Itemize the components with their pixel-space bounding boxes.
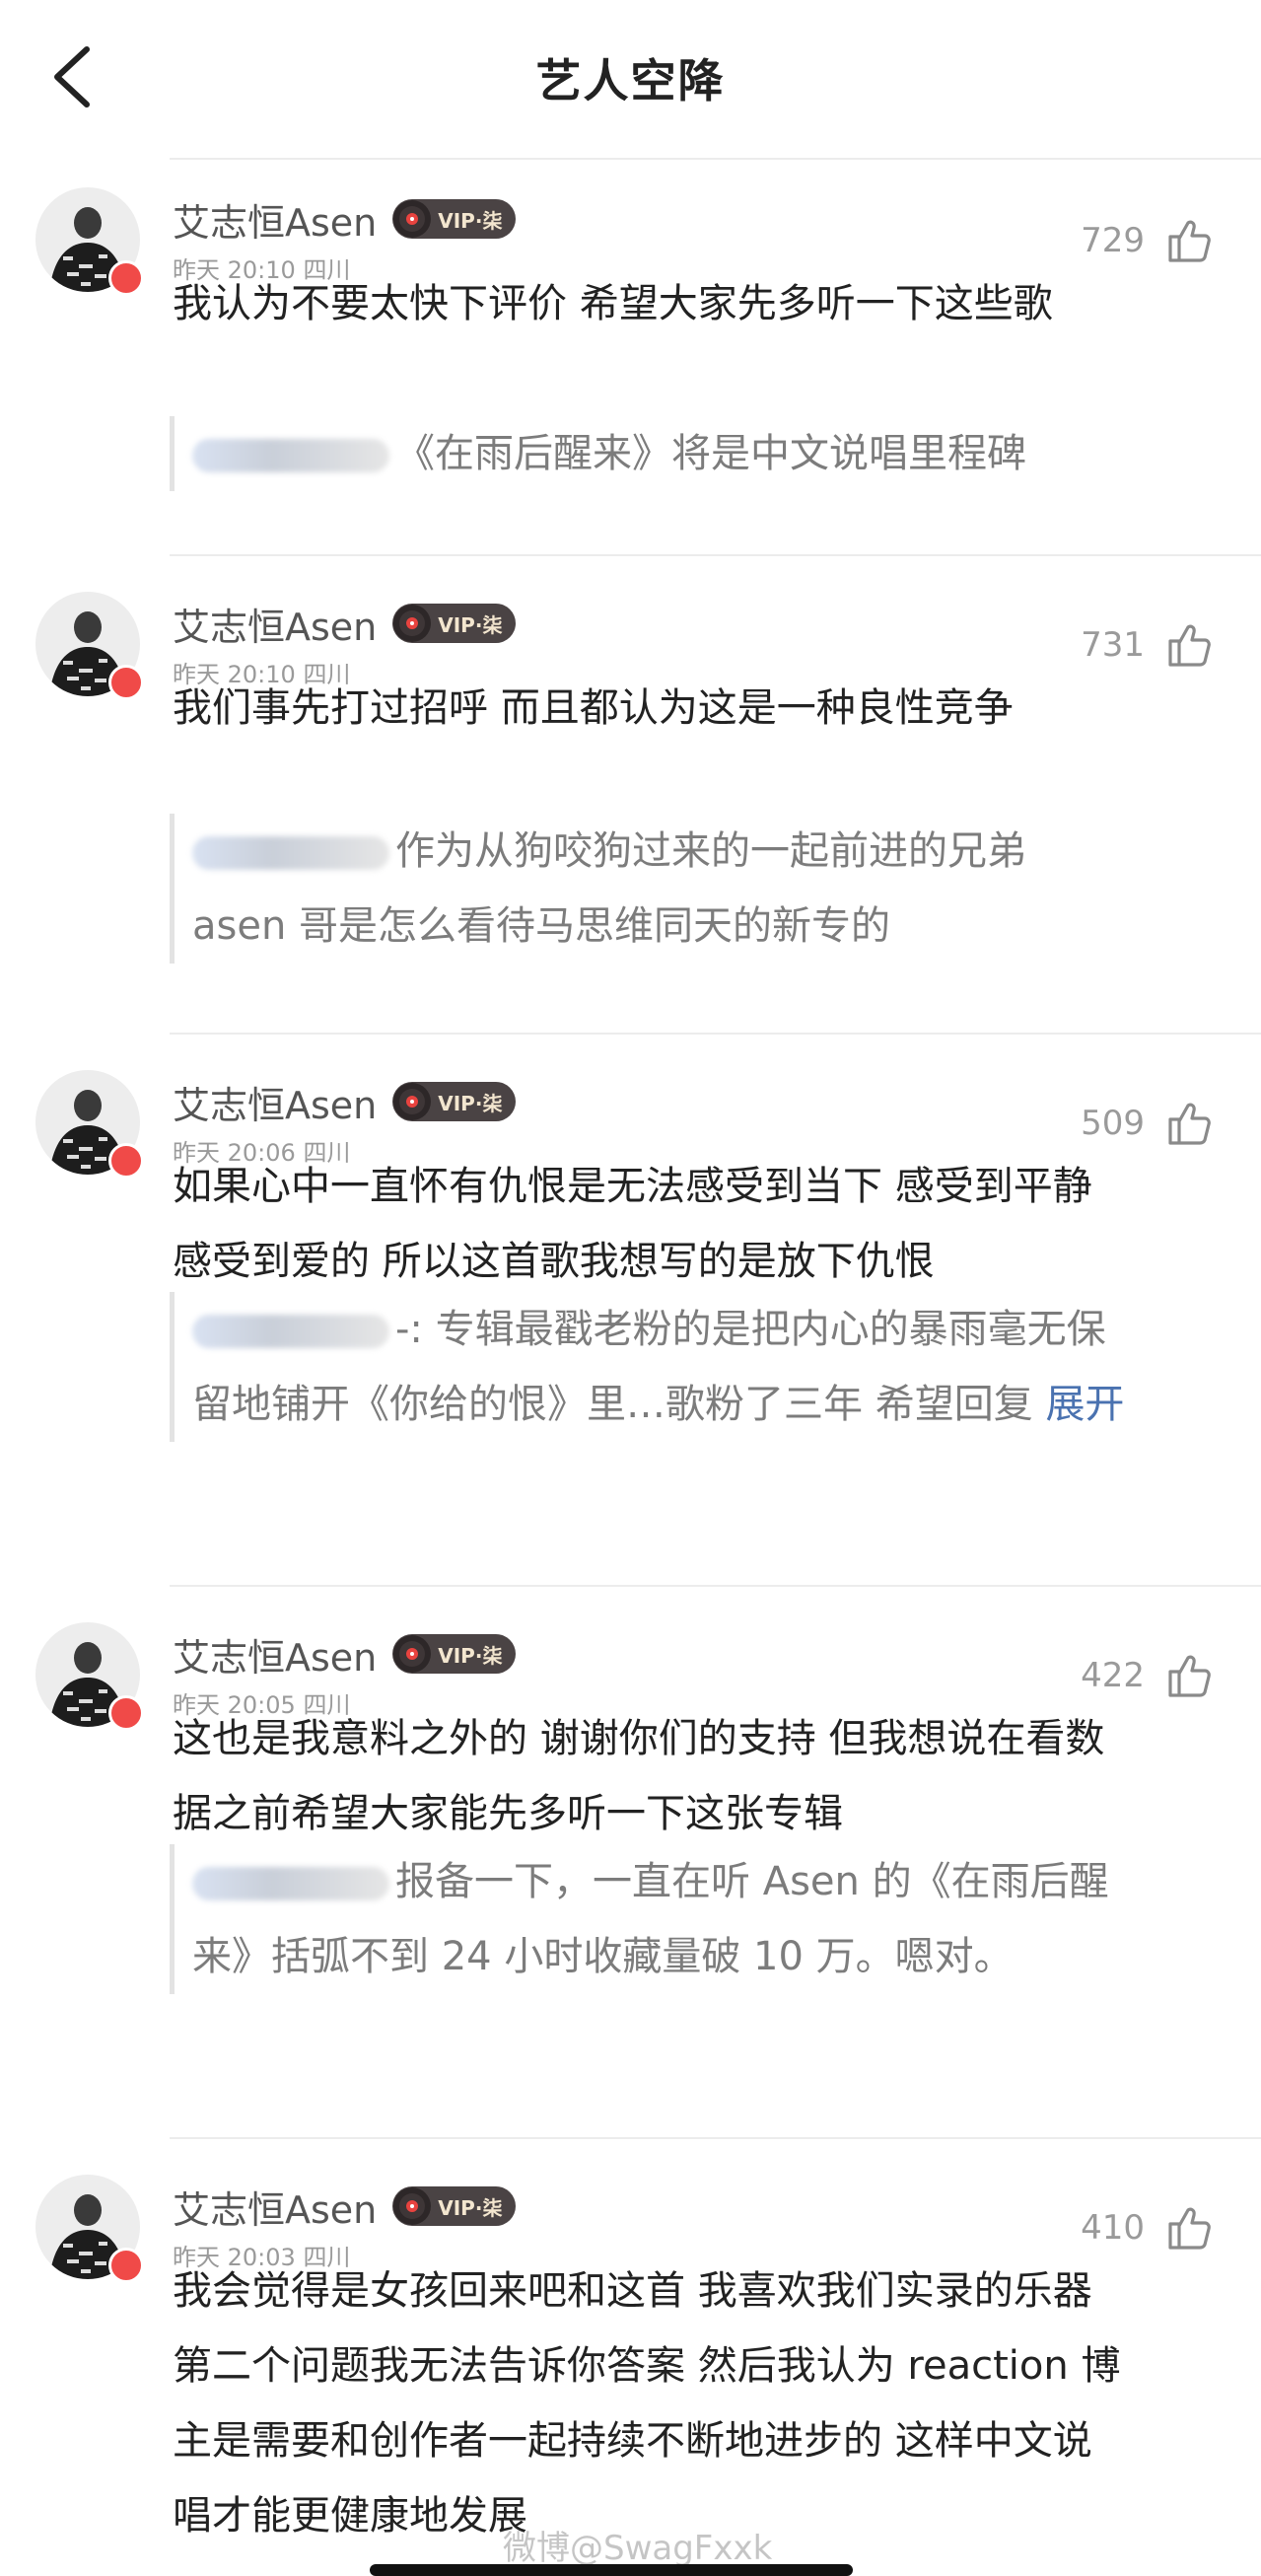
author-row: 艾志恒Asen VIP·柒 — [173, 1630, 517, 1680]
like-count: 410 — [1081, 2208, 1145, 2248]
blurred-username — [192, 836, 389, 870]
quoted-reply-text: -: 专辑最戳老粉的是把内心的暴雨毫无保 — [395, 1307, 1106, 1352]
author-name[interactable]: 艾志恒Asen — [173, 597, 377, 651]
author-name[interactable]: 艾志恒Asen — [173, 1627, 377, 1682]
vip-badge: VIP·柒 — [392, 1082, 517, 1121]
quoted-reply-line: 报备一下，一直在听 Asen 的《在雨后醒 — [192, 1844, 1257, 1919]
music-badge-icon — [108, 260, 144, 296]
comment-text-line: 主是需要和创作者一起持续不断地进步的 这样中文说 — [173, 2418, 1092, 2464]
music-badge-icon — [108, 665, 144, 700]
like-control[interactable]: 731 — [1081, 617, 1214, 673]
author-row: 艾志恒Asen VIP·柒 — [173, 2182, 517, 2232]
avatar[interactable] — [35, 187, 144, 296]
thumbs-up-icon[interactable] — [1162, 619, 1214, 671]
vinyl-icon — [392, 199, 432, 239]
thumbs-up-icon[interactable] — [1162, 1650, 1214, 1701]
vip-badge: VIP·柒 — [392, 1634, 517, 1674]
vip-label: VIP·柒 — [438, 208, 503, 233]
divider — [170, 1585, 1261, 1587]
divider — [170, 2137, 1261, 2139]
avatar[interactable] — [35, 1070, 144, 1179]
author-name[interactable]: 艾志恒Asen — [173, 2180, 377, 2234]
quoted-reply[interactable]: 《在雨后醒来》将是中文说唱里程碑 — [170, 416, 1257, 491]
expand-link[interactable]: 展开 — [1045, 1382, 1124, 1427]
divider — [170, 158, 1261, 160]
quoted-reply-text: asen 哥是怎么看待马思维同天的新专的 — [192, 903, 891, 949]
comment-text: 我们事先打过招呼 而且都认为这是一种良性竞争 — [173, 671, 1218, 746]
author-name[interactable]: 艾志恒Asen — [173, 1075, 377, 1129]
comment-text-line: 我们事先打过招呼 而且都认为这是一种良性竞争 — [173, 685, 1014, 731]
author-row: 艾志恒Asen VIP·柒 — [173, 600, 517, 649]
vip-badge: VIP·柒 — [392, 2186, 517, 2226]
comment-text: 我认为不要太快下评价 希望大家先多听一下这些歌 — [173, 266, 1218, 341]
quoted-reply-text: 《在雨后醒来》将是中文说唱里程碑 — [395, 431, 1026, 476]
blurred-username — [192, 1867, 389, 1900]
vip-label: VIP·柒 — [438, 612, 503, 637]
thumbs-up-icon[interactable] — [1162, 215, 1214, 266]
like-control[interactable]: 410 — [1081, 2200, 1214, 2255]
page-title: 艺人空降 — [535, 54, 726, 107]
thumbs-up-icon[interactable] — [1162, 1098, 1214, 1149]
divider — [170, 1033, 1261, 1035]
like-count: 509 — [1081, 1104, 1145, 1143]
comment-text-line: 第二个问题我无法告诉你答案 然后我认为 reaction 博 — [173, 2343, 1121, 2389]
quoted-reply-line: 留地铺开《你给的恨》里…歌粉了三年 希望回复 展开 — [192, 1367, 1257, 1442]
divider — [170, 554, 1261, 556]
quoted-reply-line: 《在雨后醒来》将是中文说唱里程碑 — [192, 416, 1257, 491]
comment-text-line: 这也是我意料之外的 谢谢你们的支持 但我想说在看数 — [173, 1716, 1105, 1761]
quoted-reply[interactable]: 报备一下，一直在听 Asen 的《在雨后醒来》括弧不到 24 小时收藏量破 10… — [170, 1844, 1257, 1994]
like-count: 422 — [1081, 1656, 1145, 1695]
comment-text: 我会觉得是女孩回来吧和这首 我喜欢我们实录的乐器 第二个问题我无法告诉你答案 然后… — [173, 2254, 1218, 2553]
avatar[interactable] — [35, 2175, 144, 2283]
like-control[interactable]: 422 — [1081, 1648, 1214, 1703]
nav-bar: 艺人空降 — [0, 0, 1261, 156]
thumbs-up-icon[interactable] — [1162, 2202, 1214, 2254]
avatar[interactable] — [35, 1622, 144, 1731]
quoted-reply-line: 作为从狗咬狗过来的一起前进的兄弟 — [192, 814, 1257, 889]
comment-text-line: 我会觉得是女孩回来吧和这首 我喜欢我们实录的乐器 — [173, 2268, 1092, 2314]
quoted-reply-line: 来》括弧不到 24 小时收藏量破 10 万。嗯对。 — [192, 1919, 1257, 1994]
music-badge-icon — [108, 1143, 144, 1179]
quoted-reply-text: 报备一下，一直在听 Asen 的《在雨后醒 — [395, 1859, 1109, 1904]
avatar[interactable] — [35, 592, 144, 700]
vip-label: VIP·柒 — [438, 2195, 503, 2220]
music-badge-icon — [108, 2248, 144, 2283]
comment-text: 如果心中一直怀有仇恨是无法感受到当下 感受到平静 感受到爱的 所以这首歌我想写的是… — [173, 1149, 1218, 1299]
comment-text-line: 我认为不要太快下评价 希望大家先多听一下这些歌 — [173, 281, 1053, 326]
author-name[interactable]: 艾志恒Asen — [173, 192, 377, 247]
quoted-reply-text: 作为从狗咬狗过来的一起前进的兄弟 — [395, 828, 1026, 874]
comment-text: 这也是我意料之外的 谢谢你们的支持 但我想说在看数 据之前希望大家能先多听一下这张… — [173, 1701, 1218, 1851]
blurred-username — [192, 1315, 389, 1348]
music-badge-icon — [108, 1695, 144, 1731]
like-count: 731 — [1081, 625, 1145, 665]
watermark: 微博@SwagFxxk_ — [503, 2529, 790, 2568]
like-count: 729 — [1081, 221, 1145, 260]
blurred-username — [192, 439, 389, 472]
quoted-reply-text: 留地铺开《你给的恨》里…歌粉了三年 希望回复 — [192, 1382, 1046, 1427]
vip-badge: VIP·柒 — [392, 199, 517, 239]
comment-text-line: 感受到爱的 所以这首歌我想写的是放下仇恨 — [173, 1239, 935, 1284]
quoted-reply[interactable]: -: 专辑最戳老粉的是把内心的暴雨毫无保留地铺开《你给的恨》里…歌粉了三年 希望… — [170, 1292, 1257, 1442]
author-row: 艾志恒Asen VIP·柒 — [173, 1078, 517, 1127]
quoted-reply-text: 来》括弧不到 24 小时收藏量破 10 万。嗯对。 — [192, 1934, 1014, 1979]
like-control[interactable]: 729 — [1081, 213, 1214, 268]
vip-label: VIP·柒 — [438, 1643, 503, 1668]
quoted-reply[interactable]: 作为从狗咬狗过来的一起前进的兄弟 asen 哥是怎么看待马思维同天的新专的 — [170, 814, 1257, 964]
vip-label: VIP·柒 — [438, 1091, 503, 1115]
vinyl-icon — [392, 2186, 432, 2226]
comment-text-line: 据之前希望大家能先多听一下这张专辑 — [173, 1791, 843, 1836]
vip-badge: VIP·柒 — [392, 604, 517, 643]
vinyl-icon — [392, 1082, 432, 1121]
comment-text-line: 如果心中一直怀有仇恨是无法感受到当下 感受到平静 — [173, 1164, 1092, 1209]
quoted-reply-line: asen 哥是怎么看待马思维同天的新专的 — [192, 889, 1257, 964]
vinyl-icon — [392, 604, 432, 643]
vinyl-icon — [392, 1634, 432, 1674]
like-control[interactable]: 509 — [1081, 1096, 1214, 1151]
author-row: 艾志恒Asen VIP·柒 — [173, 195, 517, 245]
home-indicator — [370, 2564, 853, 2576]
quoted-reply-line: -: 专辑最戳老粉的是把内心的暴雨毫无保 — [192, 1292, 1257, 1367]
